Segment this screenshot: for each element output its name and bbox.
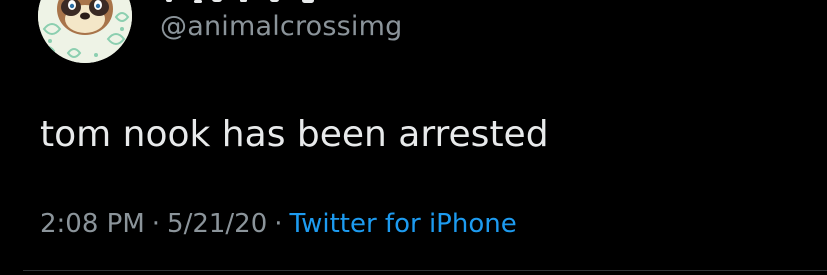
user-handle[interactable]: @animalcrossimg <box>160 11 402 43</box>
tom-nook-avatar-icon <box>38 0 132 63</box>
tweet: @animalcrossimg tom nook has been arrest… <box>0 0 827 275</box>
avatar[interactable] <box>38 0 132 63</box>
tweet-text: tom nook has been arrested <box>40 114 549 155</box>
tweet-metadata: 2:08 PM · 5/21/20 · Twitter for iPhone <box>40 207 517 241</box>
separator: · <box>274 209 283 239</box>
tweet-time[interactable]: 2:08 PM <box>40 209 145 239</box>
display-name[interactable] <box>160 0 340 4</box>
tweet-source-link[interactable]: Twitter for iPhone <box>290 209 517 239</box>
separator: · <box>151 209 161 239</box>
display-name-cropped-glyphs <box>166 0 314 3</box>
tweet-date[interactable]: 5/21/20 <box>167 209 267 239</box>
divider <box>23 270 827 271</box>
